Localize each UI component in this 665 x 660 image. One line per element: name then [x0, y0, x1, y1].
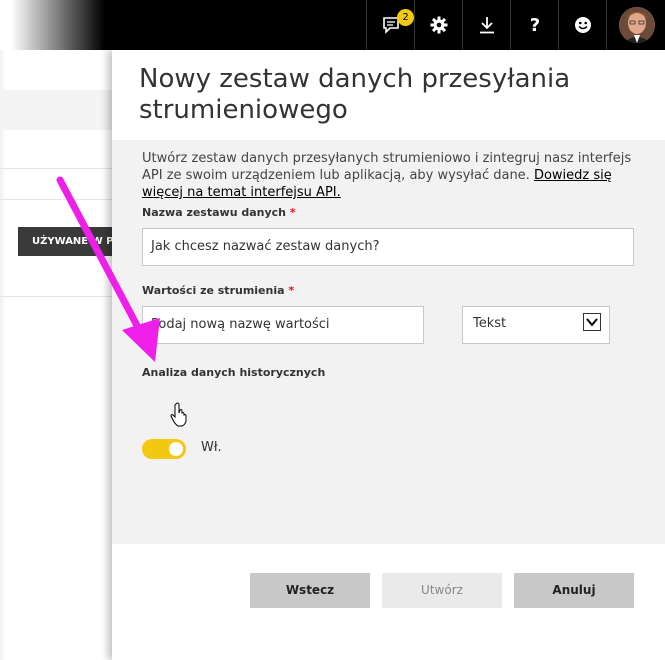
- panel-title: Nowy zestaw danych przesyłania strumieni…: [139, 64, 571, 125]
- value-name-input[interactable]: Podaj nową nazwę wartości: [142, 306, 424, 344]
- account-button[interactable]: [606, 0, 665, 50]
- panel-description: Utwórz zestaw danych przesyłanych strumi…: [142, 150, 637, 201]
- cancel-button[interactable]: Anuluj: [514, 573, 634, 608]
- top-bar-fade: [0, 0, 110, 50]
- notification-count-badge: 2: [397, 9, 414, 26]
- help-icon: ?: [529, 14, 541, 36]
- background-stripe: [0, 90, 112, 130]
- value-type-select[interactable]: Tekst: [462, 306, 610, 344]
- historic-analysis-toggle[interactable]: [142, 439, 186, 459]
- gear-icon: [430, 16, 448, 34]
- required-marker: *: [289, 206, 296, 219]
- notifications-button[interactable]: 2: [366, 0, 415, 50]
- chevron-down-icon: [583, 313, 601, 331]
- stream-values-label-text: Wartości ze strumienia: [142, 284, 285, 297]
- dataset-name-label-text: Nazwa zestawu danych: [142, 206, 287, 219]
- smiley-icon: [574, 16, 592, 34]
- dataset-name-label: Nazwa zestawu danych *: [142, 206, 296, 219]
- feedback-button[interactable]: [558, 0, 607, 50]
- panel-footer: Wstecz Utwórz Anuluj: [112, 544, 665, 660]
- value-type-selected: Tekst: [473, 316, 507, 331]
- toggle-state-label: Wł.: [201, 440, 222, 455]
- screen: UŻYWANE W P 2 ? Nowy zestaw danych przes…: [0, 0, 665, 660]
- toggle-knob: [169, 442, 183, 456]
- download-button[interactable]: [462, 0, 511, 50]
- background-column-header: UŻYWANE W P: [18, 227, 112, 256]
- required-marker: *: [288, 284, 295, 297]
- background-row: [0, 256, 112, 297]
- settings-button[interactable]: [414, 0, 463, 50]
- create-button[interactable]: Utwórz: [382, 573, 502, 608]
- back-button[interactable]: Wstecz: [250, 573, 370, 608]
- dataset-name-input[interactable]: Jak chcesz nazwać zestaw danych?: [142, 228, 634, 266]
- hand-cursor-icon: [170, 402, 187, 427]
- avatar: [618, 7, 655, 43]
- top-bar: 2 ?: [0, 0, 665, 50]
- background-search-area: [0, 168, 112, 200]
- help-button[interactable]: ?: [510, 0, 559, 50]
- panel-form: Utwórz zestaw danych przesyłanych strumi…: [112, 140, 665, 544]
- new-streaming-dataset-panel: Nowy zestaw danych przesyłania strumieni…: [112, 50, 665, 660]
- download-icon: [479, 16, 495, 34]
- background-edge: [0, 50, 6, 660]
- stream-values-label: Wartości ze strumienia *: [142, 284, 294, 297]
- panel-header: Nowy zestaw danych przesyłania strumieni…: [112, 50, 665, 140]
- history-label: Analiza danych historycznych: [142, 366, 326, 379]
